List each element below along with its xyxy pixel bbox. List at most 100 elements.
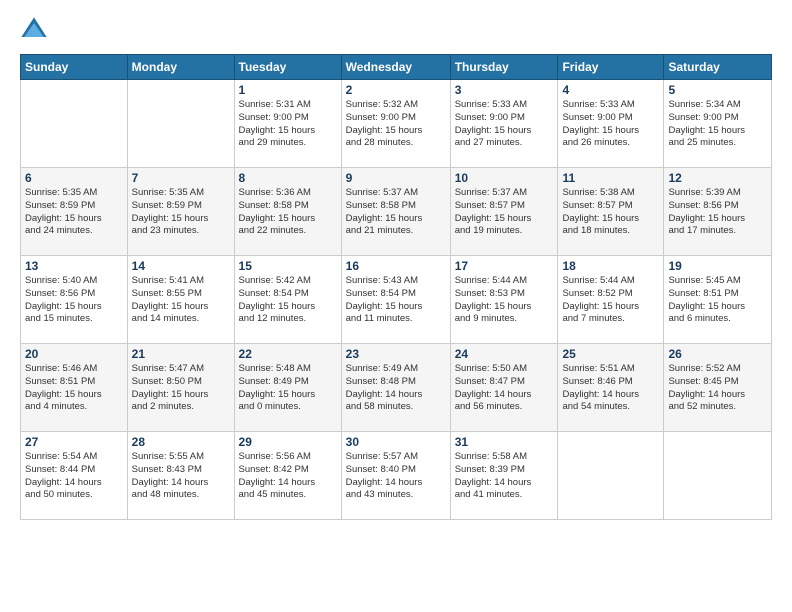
- day-info: Sunrise: 5:44 AMSunset: 8:53 PMDaylight:…: [455, 275, 554, 326]
- day-number: 24: [455, 347, 554, 361]
- calendar-cell: 6 Sunrise: 5:35 AMSunset: 8:59 PMDaylight…: [21, 168, 128, 256]
- calendar-cell: 11 Sunrise: 5:38 AMSunset: 8:57 PMDayligh…: [558, 168, 664, 256]
- day-number: 22: [239, 347, 337, 361]
- logo-icon: [20, 16, 48, 44]
- day-number: 15: [239, 259, 337, 273]
- day-number: 31: [455, 435, 554, 449]
- day-number: 16: [346, 259, 446, 273]
- day-info: Sunrise: 5:52 AMSunset: 8:45 PMDaylight:…: [668, 363, 767, 414]
- page: SundayMondayTuesdayWednesdayThursdayFrid…: [0, 0, 792, 612]
- day-number: 2: [346, 83, 446, 97]
- day-number: 13: [25, 259, 123, 273]
- day-number: 10: [455, 171, 554, 185]
- day-number: 19: [668, 259, 767, 273]
- day-info: Sunrise: 5:50 AMSunset: 8:47 PMDaylight:…: [455, 363, 554, 414]
- day-number: 5: [668, 83, 767, 97]
- day-number: 4: [562, 83, 659, 97]
- calendar-cell: 16Sunrise: 5:43 AMSunset: 8:54 PMDayligh…: [341, 256, 450, 344]
- calendar-cell: 31Sunrise: 5:58 AMSunset: 8:39 PMDayligh…: [450, 432, 558, 520]
- day-info: Sunrise: 5:40 AMSunset: 8:56 PMDaylight:…: [25, 275, 123, 326]
- calendar-cell: 21 Sunrise: 5:47 AMSunset: 8:50 PMDayligh…: [127, 344, 234, 432]
- day-info: Sunrise: 5:35 AMSunset: 8:59 PMDaylight:…: [132, 187, 230, 238]
- day-number: 7: [132, 171, 230, 185]
- calendar-cell: 9 Sunrise: 5:37 AMSunset: 8:58 PMDaylight…: [341, 168, 450, 256]
- calendar-week-3: 13 Sunrise: 5:40 AMSunset: 8:56 PMDayligh…: [21, 256, 772, 344]
- day-number: 20: [25, 347, 123, 361]
- weekday-header-sunday: Sunday: [21, 55, 128, 80]
- day-info: Sunrise: 5:34 AMSunset: 9:00 PMDaylight:…: [668, 99, 767, 150]
- calendar-cell: 24 Sunrise: 5:50 AMSunset: 8:47 PMDayligh…: [450, 344, 558, 432]
- calendar-cell: 25Sunrise: 5:51 AMSunset: 8:46 PMDayligh…: [558, 344, 664, 432]
- day-info: Sunrise: 5:37 AMSunset: 8:58 PMDaylight:…: [346, 187, 446, 238]
- calendar-cell: [664, 432, 772, 520]
- day-info: Sunrise: 5:41 AMSunset: 8:55 PMDaylight:…: [132, 275, 230, 326]
- calendar-cell: 26Sunrise: 5:52 AMSunset: 8:45 PMDayligh…: [664, 344, 772, 432]
- weekday-header-wednesday: Wednesday: [341, 55, 450, 80]
- day-number: 21: [132, 347, 230, 361]
- calendar-cell: [127, 80, 234, 168]
- day-info: Sunrise: 5:42 AMSunset: 8:54 PMDaylight:…: [239, 275, 337, 326]
- day-info: Sunrise: 5:35 AMSunset: 8:59 PMDaylight:…: [25, 187, 123, 238]
- day-info: Sunrise: 5:45 AMSunset: 8:51 PMDaylight:…: [668, 275, 767, 326]
- day-info: Sunrise: 5:46 AMSunset: 8:51 PMDaylight:…: [25, 363, 123, 414]
- day-info: Sunrise: 5:36 AMSunset: 8:58 PMDaylight:…: [239, 187, 337, 238]
- calendar-cell: 5 Sunrise: 5:34 AMSunset: 9:00 PMDaylight…: [664, 80, 772, 168]
- day-info: Sunrise: 5:33 AMSunset: 9:00 PMDaylight:…: [562, 99, 659, 150]
- calendar-week-5: 27 Sunrise: 5:54 AMSunset: 8:44 PMDayligh…: [21, 432, 772, 520]
- weekday-header-friday: Friday: [558, 55, 664, 80]
- day-number: 1: [239, 83, 337, 97]
- day-number: 12: [668, 171, 767, 185]
- calendar-cell: 10 Sunrise: 5:37 AMSunset: 8:57 PMDayligh…: [450, 168, 558, 256]
- calendar-cell: [21, 80, 128, 168]
- day-number: 9: [346, 171, 446, 185]
- day-number: 27: [25, 435, 123, 449]
- day-number: 14: [132, 259, 230, 273]
- calendar-cell: 22 Sunrise: 5:48 AMSunset: 8:49 PMDayligh…: [234, 344, 341, 432]
- calendar-table: SundayMondayTuesdayWednesdayThursdayFrid…: [20, 54, 772, 520]
- day-info: Sunrise: 5:57 AMSunset: 8:40 PMDaylight:…: [346, 451, 446, 502]
- calendar-cell: 1 Sunrise: 5:31 AMSunset: 9:00 PMDaylight…: [234, 80, 341, 168]
- day-info: Sunrise: 5:48 AMSunset: 8:49 PMDaylight:…: [239, 363, 337, 414]
- day-info: Sunrise: 5:38 AMSunset: 8:57 PMDaylight:…: [562, 187, 659, 238]
- calendar-week-1: 1 Sunrise: 5:31 AMSunset: 9:00 PMDaylight…: [21, 80, 772, 168]
- day-number: 28: [132, 435, 230, 449]
- logo: [20, 16, 52, 44]
- day-info: Sunrise: 5:33 AMSunset: 9:00 PMDaylight:…: [455, 99, 554, 150]
- day-info: Sunrise: 5:37 AMSunset: 8:57 PMDaylight:…: [455, 187, 554, 238]
- day-number: 23: [346, 347, 446, 361]
- calendar-cell: 28 Sunrise: 5:55 AMSunset: 8:43 PMDayligh…: [127, 432, 234, 520]
- calendar-cell: 23 Sunrise: 5:49 AMSunset: 8:48 PMDayligh…: [341, 344, 450, 432]
- calendar-week-4: 20 Sunrise: 5:46 AMSunset: 8:51 PMDayligh…: [21, 344, 772, 432]
- day-number: 11: [562, 171, 659, 185]
- calendar-cell: 19 Sunrise: 5:45 AMSunset: 8:51 PMDayligh…: [664, 256, 772, 344]
- day-number: 30: [346, 435, 446, 449]
- day-info: Sunrise: 5:55 AMSunset: 8:43 PMDaylight:…: [132, 451, 230, 502]
- day-number: 8: [239, 171, 337, 185]
- calendar-cell: 13 Sunrise: 5:40 AMSunset: 8:56 PMDayligh…: [21, 256, 128, 344]
- weekday-header-tuesday: Tuesday: [234, 55, 341, 80]
- day-info: Sunrise: 5:49 AMSunset: 8:48 PMDaylight:…: [346, 363, 446, 414]
- calendar-cell: 18 Sunrise: 5:44 AMSunset: 8:52 PMDayligh…: [558, 256, 664, 344]
- calendar-cell: 14 Sunrise: 5:41 AMSunset: 8:55 PMDayligh…: [127, 256, 234, 344]
- day-info: Sunrise: 5:54 AMSunset: 8:44 PMDaylight:…: [25, 451, 123, 502]
- day-number: 6: [25, 171, 123, 185]
- header: [20, 16, 772, 44]
- day-info: Sunrise: 5:47 AMSunset: 8:50 PMDaylight:…: [132, 363, 230, 414]
- calendar-cell: 2Sunrise: 5:32 AMSunset: 9:00 PMDaylight…: [341, 80, 450, 168]
- day-info: Sunrise: 5:31 AMSunset: 9:00 PMDaylight:…: [239, 99, 337, 150]
- calendar-cell: 29Sunrise: 5:56 AMSunset: 8:42 PMDayligh…: [234, 432, 341, 520]
- calendar-cell: 17 Sunrise: 5:44 AMSunset: 8:53 PMDayligh…: [450, 256, 558, 344]
- weekday-header-monday: Monday: [127, 55, 234, 80]
- calendar-cell: [558, 432, 664, 520]
- day-number: 17: [455, 259, 554, 273]
- calendar-cell: 20 Sunrise: 5:46 AMSunset: 8:51 PMDayligh…: [21, 344, 128, 432]
- calendar-cell: 8 Sunrise: 5:36 AMSunset: 8:58 PMDaylight…: [234, 168, 341, 256]
- calendar-cell: 3Sunrise: 5:33 AMSunset: 9:00 PMDaylight…: [450, 80, 558, 168]
- day-number: 29: [239, 435, 337, 449]
- weekday-header-row: SundayMondayTuesdayWednesdayThursdayFrid…: [21, 55, 772, 80]
- calendar-cell: 4 Sunrise: 5:33 AMSunset: 9:00 PMDaylight…: [558, 80, 664, 168]
- calendar-cell: 12Sunrise: 5:39 AMSunset: 8:56 PMDayligh…: [664, 168, 772, 256]
- day-number: 18: [562, 259, 659, 273]
- day-info: Sunrise: 5:44 AMSunset: 8:52 PMDaylight:…: [562, 275, 659, 326]
- calendar-cell: 27 Sunrise: 5:54 AMSunset: 8:44 PMDayligh…: [21, 432, 128, 520]
